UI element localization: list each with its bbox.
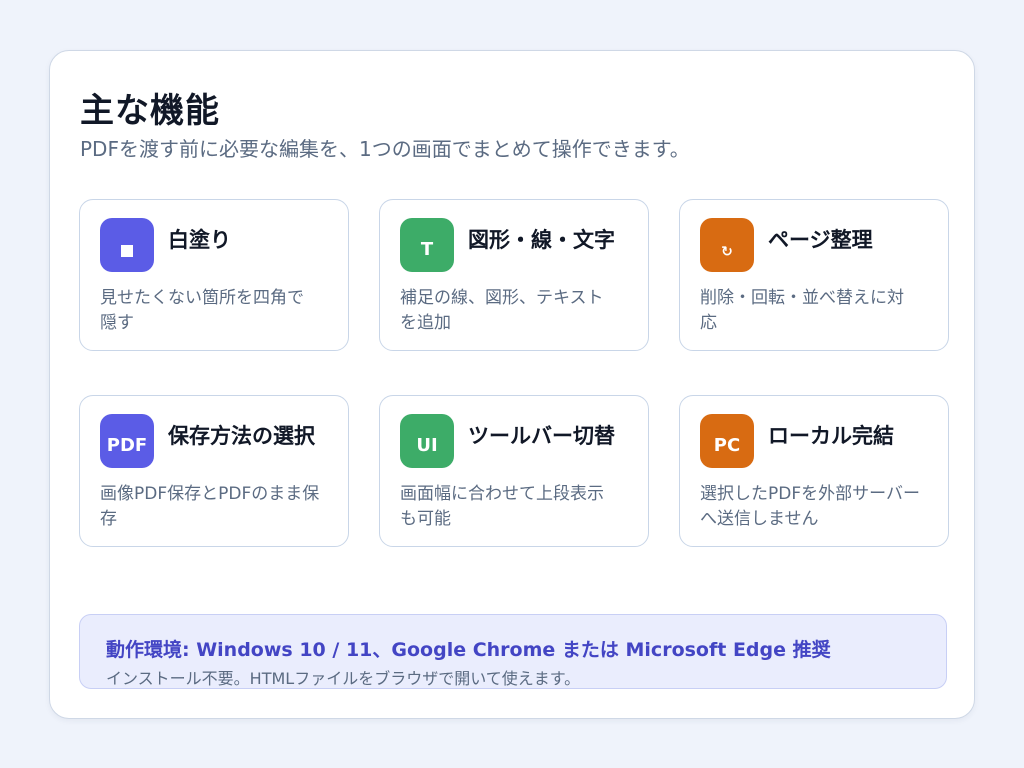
feature-card-whiteout: 白塗り 見せたくない箇所を四角で隠す [79,199,349,351]
feature-card-shapes: T 図形・線・文字 補足の線、図形、テキストを追加 [379,199,649,351]
rotate-icon: ↻ [700,218,754,272]
text-tool-icon: T [400,218,454,272]
environment-note: インストール不要。HTMLファイルをブラウザで開いて使えます。 [106,669,581,688]
white-square-icon [100,218,154,272]
feature-description: 見せたくない箇所を四角で隠す [100,288,304,333]
feature-title: ツールバー切替 [468,424,615,448]
environment-title: 動作環境: Windows 10 / 11、Google Chrome または … [106,639,831,661]
features-panel: 主な機能 PDFを渡す前に必要な編集を、1つの画面でまとめて操作できます。 白塗… [49,50,975,719]
feature-description: 選択したPDFを外部サーバーへ送信しません [700,484,920,529]
feature-card-local: PC ローカル完結 選択したPDFを外部サーバーへ送信しません [679,395,949,547]
feature-title: 図形・線・文字 [468,228,615,252]
feature-description: 画像PDF保存とPDFのまま保存 [100,484,320,529]
feature-description: 画面幅に合わせて上段表示も可能 [400,484,604,529]
feature-description: 削除・回転・並べ替えに対応 [700,288,904,333]
page-title: 主な機能 [80,91,220,131]
feature-title: 白塗り [168,228,231,252]
ui-icon: UI [400,414,454,468]
feature-card-toolbar: UI ツールバー切替 画面幅に合わせて上段表示も可能 [379,395,649,547]
feature-card-save: PDF 保存方法の選択 画像PDF保存とPDFのまま保存 [79,395,349,547]
environment-notice: 動作環境: Windows 10 / 11、Google Chrome または … [79,614,947,689]
feature-card-pages: ↻ ページ整理 削除・回転・並べ替えに対応 [679,199,949,351]
page-subtitle: PDFを渡す前に必要な編集を、1つの画面でまとめて操作できます。 [80,137,690,161]
pdf-icon: PDF [100,414,154,468]
feature-title: ローカル完結 [768,424,894,448]
feature-title: ページ整理 [768,228,873,252]
pc-icon: PC [700,414,754,468]
feature-title: 保存方法の選択 [168,424,315,448]
feature-description: 補足の線、図形、テキストを追加 [400,288,604,333]
